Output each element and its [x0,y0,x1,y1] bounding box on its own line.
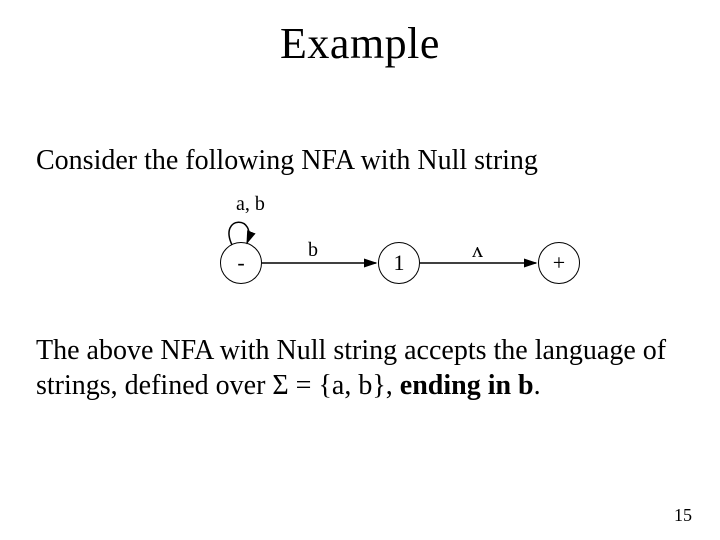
diagram-svg [0,193,720,313]
page-title: Example [0,18,720,69]
trans-lambda-label: ʌ [472,237,483,263]
page-number: 15 [674,505,692,526]
conclusion-bold: ending in b [400,370,534,401]
conclusion-part1: The above NFA with Null string accepts t… [36,335,666,401]
state-plus: + [538,242,580,284]
conclusion-part2: . [534,370,541,401]
trans-b-label: b [308,239,318,262]
state-minus: - [220,242,262,284]
conclusion-text: The above NFA with Null string accepts t… [36,333,684,403]
nfa-diagram: a, b - 1 + b ʌ [0,193,720,313]
intro-text: Consider the following NFA with Null str… [36,145,684,177]
state-one: 1 [378,242,420,284]
